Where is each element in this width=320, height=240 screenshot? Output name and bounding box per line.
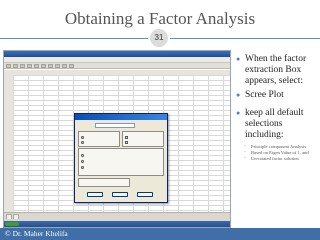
sub-bullet-item: Based on Eigen Value of 1, and — [242, 150, 318, 156]
help-button — [137, 192, 153, 197]
radio-icon — [81, 153, 84, 157]
analyze-group — [78, 131, 120, 147]
radio-icon — [81, 135, 84, 139]
checkbox-icon — [125, 140, 128, 144]
continue-button — [87, 192, 103, 197]
slide-title: Obtaining a Factor Analysis — [64, 9, 256, 28]
spss-screenshot — [3, 50, 231, 228]
toolbar-button-icon — [34, 64, 39, 68]
footer-credit: © Dr. Maher Khelifa — [5, 229, 68, 238]
title-rule-left — [0, 38, 148, 39]
dialog-titlebar — [75, 114, 167, 120]
checkbox-icon — [125, 135, 128, 139]
radio-icon — [81, 140, 84, 144]
toolbar-button-icon — [48, 64, 53, 68]
status-bar — [4, 212, 230, 227]
display-group — [122, 131, 164, 147]
bullet-item: When the factor extraction Box appears, … — [236, 54, 318, 87]
title-rule-right — [170, 38, 320, 39]
slide-number-badge: 31 — [150, 29, 168, 47]
cancel-button — [112, 192, 128, 197]
toolbar-button-icon — [55, 64, 60, 68]
radio-icon — [81, 165, 84, 169]
toolbar-button-icon — [20, 64, 25, 68]
taskbar — [4, 221, 230, 227]
sub-bullet-item: Un-rotated factor solution — [242, 156, 318, 162]
toolbar-button-icon — [69, 64, 74, 68]
factor-extraction-dialog — [74, 113, 168, 203]
bullet-item: keep all default selections including: — [236, 108, 318, 141]
toolbar-button-icon — [27, 64, 32, 68]
bullet-item: Scree Plot — [236, 90, 318, 101]
view-tabs — [6, 214, 19, 219]
radio-icon — [81, 159, 84, 163]
toolbar-button-icon — [6, 64, 11, 68]
iterations-field — [78, 178, 130, 187]
tab-variable-view — [13, 214, 19, 219]
toolbar — [4, 63, 230, 69]
method-select — [95, 123, 135, 128]
bullet-list: When the factor extraction Box appears, … — [236, 54, 318, 162]
toolbar-button-icon — [13, 64, 18, 68]
sub-bullet-item: Principle component Analysis — [242, 144, 318, 150]
extract-group — [78, 148, 164, 176]
start-button — [5, 222, 19, 226]
toolbar-button-icon — [62, 64, 67, 68]
tab-data-view — [6, 214, 12, 219]
toolbar-button-icon — [41, 64, 46, 68]
